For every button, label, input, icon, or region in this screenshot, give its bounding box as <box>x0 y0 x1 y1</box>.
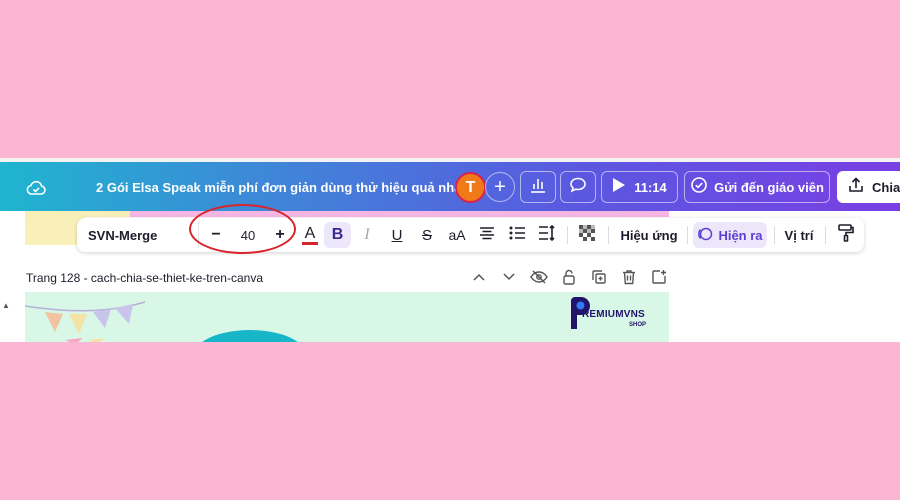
align-button[interactable] <box>475 222 499 248</box>
top-divider <box>0 158 900 162</box>
page-actions <box>470 268 668 286</box>
send-to-teacher-button[interactable]: Gửi đến giáo viên <box>684 171 830 203</box>
spacing-button[interactable] <box>535 222 559 248</box>
bold-button[interactable]: B <box>324 222 351 248</box>
check-circle-icon <box>690 176 708 199</box>
position-button[interactable]: Vị trí <box>780 222 818 248</box>
line-spacing-icon <box>538 224 556 246</box>
document-title[interactable]: 2 Gói Elsa Speak miễn phí đơn giản dùng … <box>96 180 466 195</box>
bold-icon: B <box>331 226 344 243</box>
play-icon <box>612 177 626 198</box>
strikethrough-button[interactable]: S <box>415 222 439 248</box>
effects-label: Hiệu ứng <box>620 227 678 243</box>
upload-icon <box>847 176 865 199</box>
transparency-icon <box>579 224 595 246</box>
share-label: Chia s <box>872 179 900 195</box>
bar-chart-icon <box>529 176 547 199</box>
toolbar-divider <box>567 226 568 244</box>
editor-screenshot: 2 Gói Elsa Speak miễn phí đơn giản dùng … <box>0 158 900 342</box>
scroll-arrow-icon[interactable]: ▲ <box>2 301 10 310</box>
share-button[interactable]: Chia s <box>837 171 900 203</box>
logo-subtext: SHOP <box>629 322 647 328</box>
top-bar: 2 Gói Elsa Speak miễn phí đơn giản dùng … <box>0 158 900 211</box>
strikethrough-icon: S <box>421 226 432 244</box>
toolbar-divider <box>774 226 775 244</box>
chevron-up-icon[interactable] <box>470 268 488 286</box>
font-size-highlight-circle <box>189 204 296 254</box>
list-button[interactable] <box>505 222 529 248</box>
text-format-toolbar: SVN-Merge − 40 + A B I U S aA Hiệu ứng H… <box>77 204 864 254</box>
toolbar-divider <box>608 226 609 244</box>
avatar[interactable]: T <box>455 172 486 203</box>
text-color-letter: A <box>304 224 316 242</box>
teal-shape <box>202 330 298 342</box>
comment-button[interactable] <box>560 171 596 203</box>
comment-icon <box>569 176 587 199</box>
add-page-icon[interactable] <box>650 268 668 286</box>
animate-label: Hiện ra <box>718 227 763 243</box>
cloud-save-icon[interactable] <box>24 176 48 200</box>
page-canvas[interactable]: REMIUMVNS SHOP <box>25 292 669 342</box>
brand-logo: REMIUMVNS SHOP <box>565 295 660 335</box>
position-label: Vị trí <box>784 227 814 243</box>
animate-button[interactable]: Hiện ra <box>693 222 767 248</box>
logo-text: REMIUMVNS <box>582 309 645 320</box>
duplicate-page-icon[interactable] <box>590 268 608 286</box>
hide-page-icon[interactable] <box>530 268 548 286</box>
toolbar-divider <box>825 226 826 244</box>
send-to-teacher-label: Gửi đến giáo viên <box>714 179 824 195</box>
delete-page-icon[interactable] <box>620 268 638 286</box>
bunting-flag <box>45 312 63 332</box>
align-center-icon <box>479 226 495 245</box>
lock-icon[interactable] <box>560 268 578 286</box>
italic-button[interactable]: I <box>355 222 379 248</box>
insights-button[interactable] <box>520 171 556 203</box>
text-color-swatch <box>302 241 318 245</box>
italic-icon: I <box>364 226 370 243</box>
underline-button[interactable]: U <box>385 222 409 248</box>
bunting-flag <box>69 314 87 334</box>
transparency-button[interactable] <box>575 222 599 248</box>
copy-style-button[interactable] <box>834 222 858 248</box>
bunting-flag <box>115 304 133 324</box>
chevron-down-icon[interactable] <box>500 268 518 286</box>
underline-icon: U <box>391 226 403 244</box>
bunting-flag <box>65 338 83 342</box>
present-time: 11:14 <box>634 179 667 195</box>
effects-button[interactable]: Hiệu ứng <box>615 222 683 248</box>
bullet-list-icon <box>509 226 525 245</box>
previous-page-edge-left <box>25 217 85 245</box>
letter-case-button[interactable]: aA <box>443 222 471 248</box>
animate-icon <box>697 226 713 245</box>
page-title[interactable]: Trang 128 - cach-chia-se-thiet-ke-tren-c… <box>26 271 263 285</box>
letter-case-icon: aA <box>448 227 466 243</box>
text-color-button[interactable]: A <box>297 222 323 248</box>
toolbar-divider <box>687 226 688 244</box>
bunting-flag <box>93 309 111 328</box>
paint-roller-icon <box>838 223 854 247</box>
bunting-flag <box>89 338 105 342</box>
font-family-select[interactable]: SVN-Merge <box>81 222 199 248</box>
add-person-button[interactable]: + <box>485 172 515 202</box>
present-button[interactable]: 11:14 <box>601 171 678 203</box>
